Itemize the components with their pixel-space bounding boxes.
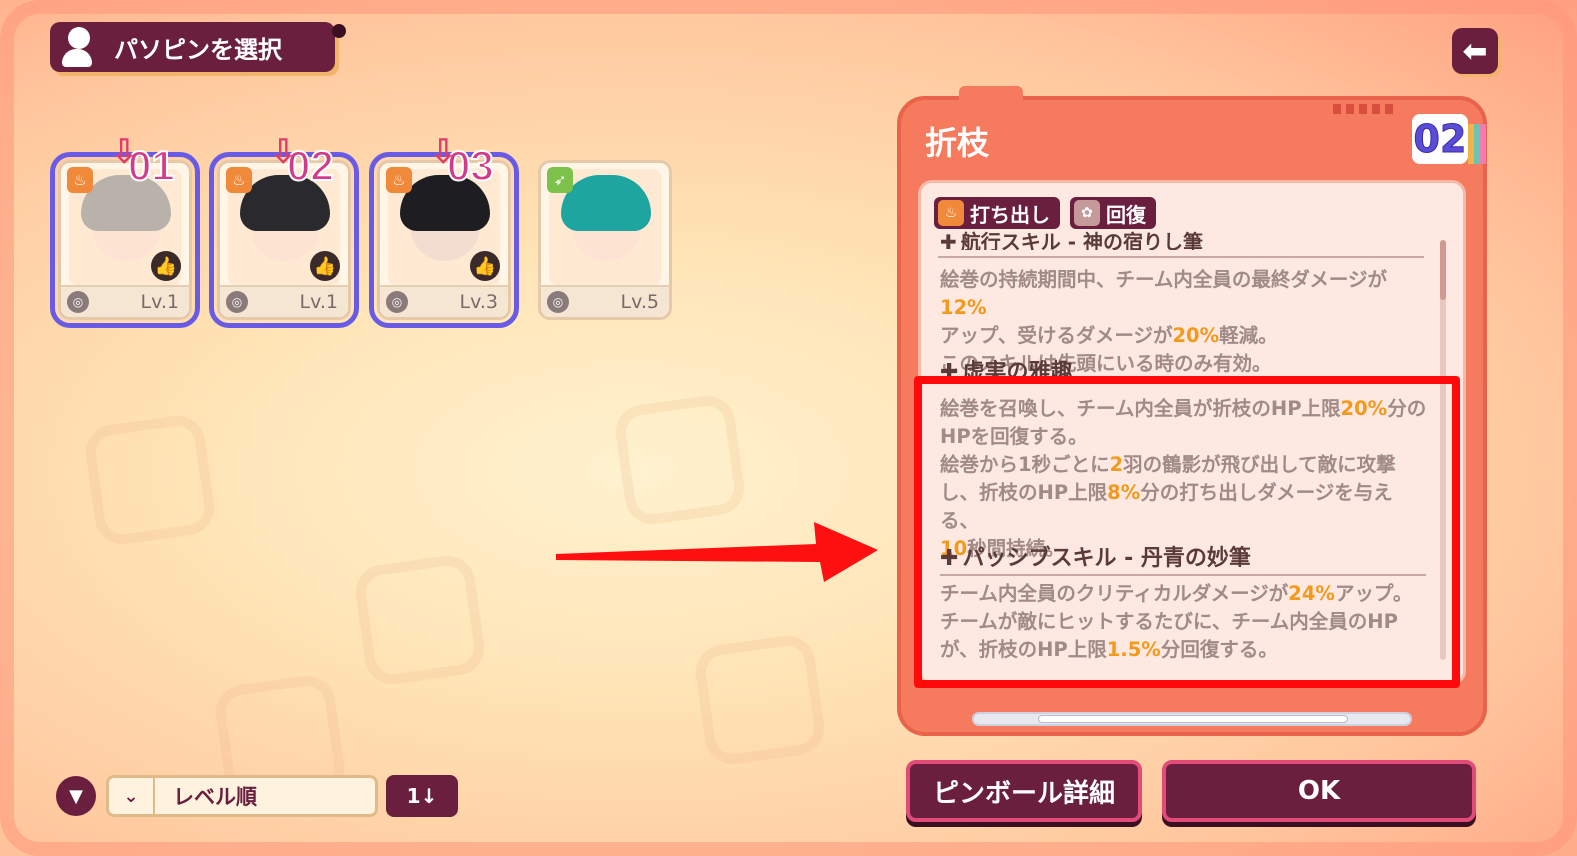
type-icon: ◎	[226, 291, 248, 313]
color-stripe	[1468, 124, 1486, 164]
arrow-down-icon: ⇩	[110, 132, 139, 172]
card-footer: ◎ Lv.3	[380, 285, 508, 317]
card-footer: ◎ Lv.5	[541, 285, 669, 317]
select-title-bar: パソピンを選択	[50, 22, 335, 72]
divider	[938, 256, 1424, 258]
background-watermark	[692, 632, 828, 768]
tag-heal: ✿ 回復	[1070, 197, 1156, 229]
card-level: Lv.5	[620, 291, 659, 313]
card-level: Lv.3	[459, 291, 498, 313]
skill-header-2: ✚ 虚実の雅趣	[940, 354, 1426, 378]
thumbs-up-icon: 👍	[151, 251, 181, 281]
scrollbar-thumb[interactable]	[1440, 240, 1446, 300]
skill-header-partial: ✚ 航行スキル - 神の宿りし筆	[940, 226, 1426, 250]
filter-icon: ▼	[69, 785, 83, 807]
plus-icon: ✚	[940, 230, 957, 250]
background-watermark	[82, 412, 218, 548]
flame-icon: ♨	[386, 167, 412, 193]
ok-button[interactable]: OK	[1162, 760, 1476, 822]
flame-icon: ♨	[226, 167, 252, 193]
arrow-down-icon: ⇩	[269, 132, 298, 172]
page-title: パソピンを選択	[114, 35, 282, 64]
panel-vents	[1333, 104, 1397, 114]
card-level: Lv.1	[140, 291, 179, 313]
pinball-details-button[interactable]: ピンボール詳細	[906, 760, 1142, 822]
annotation-arrow	[556, 522, 878, 582]
tag-shoot: ♨ 打ち出し	[934, 197, 1060, 229]
character-name: 折枝	[925, 124, 990, 162]
wind-icon: ➶	[547, 167, 573, 193]
sort-label: レベル順	[173, 785, 257, 809]
chevron-down-icon: ⌄	[109, 778, 155, 814]
horizontal-scrollbar[interactable]	[972, 712, 1412, 726]
character-card[interactable]: ➶ ◎ Lv.5	[538, 160, 672, 320]
thumbs-up-icon: 👍	[310, 251, 340, 281]
arrow-left-icon: ⬅	[1462, 33, 1488, 69]
card-footer: ◎ Lv.1	[61, 285, 189, 317]
arrow-down-icon: ⇩	[429, 132, 458, 172]
character-icon	[60, 25, 104, 69]
card-level: Lv.1	[299, 291, 338, 313]
sort-select[interactable]: ⌄ レベル順	[106, 775, 378, 817]
flame-icon: ♨	[67, 167, 93, 193]
annotation-highlight-box	[914, 376, 1460, 688]
back-button[interactable]: ⬅	[1452, 28, 1498, 74]
thumbs-up-icon: 👍	[470, 251, 500, 281]
type-icon: ◎	[547, 291, 569, 313]
type-icon: ◎	[386, 291, 408, 313]
tag-list: ♨ 打ち出し ✿ 回復	[934, 197, 1156, 229]
card-footer: ◎ Lv.1	[220, 285, 348, 317]
character-hair	[561, 175, 651, 231]
panel-tab	[959, 86, 1023, 104]
filter-button[interactable]: ▼	[56, 776, 96, 816]
slot-number-badge: 02	[1412, 114, 1468, 164]
horizontal-scrollbar-thumb[interactable]	[1038, 715, 1348, 723]
background-watermark	[352, 552, 488, 688]
sort-order-button[interactable]: 1↓	[386, 775, 458, 817]
background-watermark	[612, 392, 748, 528]
flame-icon: ♨	[938, 200, 964, 226]
heal-icon: ✿	[1074, 200, 1100, 226]
type-icon: ◎	[67, 291, 89, 313]
title-dot	[332, 24, 346, 38]
